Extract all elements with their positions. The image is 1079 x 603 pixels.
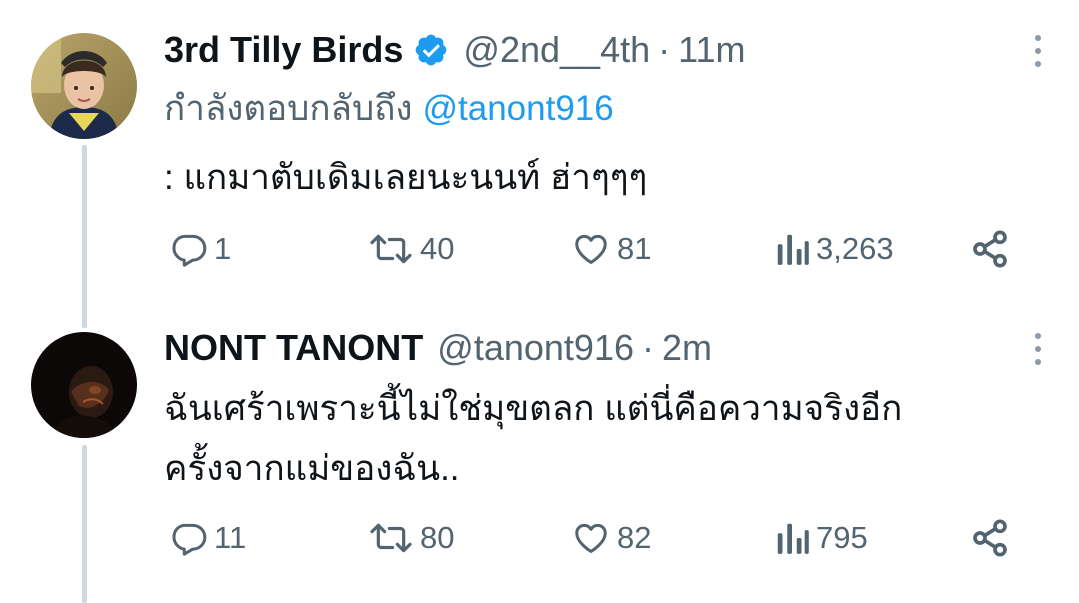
display-name[interactable]: 3rd Tilly Birds bbox=[164, 28, 403, 72]
display-name[interactable]: NONT TANONT bbox=[164, 326, 423, 370]
replying-to-label: กำลังตอบกลับถึง bbox=[164, 89, 413, 128]
heart-icon bbox=[575, 523, 607, 553]
timestamp[interactable]: 11m bbox=[678, 28, 745, 72]
views-button[interactable]: 3,263 bbox=[774, 227, 894, 271]
reply-button[interactable]: 11 bbox=[170, 516, 246, 560]
tweet-actions: 1 40 81 3,263 bbox=[164, 227, 1024, 271]
tweet-actions: 11 80 82 795 bbox=[164, 516, 1024, 560]
avatar[interactable] bbox=[31, 332, 137, 438]
separator: · bbox=[642, 327, 654, 368]
like-button[interactable]: 82 bbox=[571, 516, 651, 560]
like-count: 82 bbox=[617, 520, 652, 555]
timestamp[interactable]: 2m bbox=[662, 326, 712, 370]
tweet-text-line: ครั้งจากแม่ของฉัน.. bbox=[164, 449, 460, 488]
share-button[interactable] bbox=[970, 516, 1010, 560]
like-count: 81 bbox=[617, 231, 652, 266]
tweet-header: NONT TANONT @tanont916 · 2m bbox=[164, 326, 712, 370]
replying-to: กำลังตอบกลับถึง @tanont916 bbox=[164, 87, 614, 131]
thread-line-top bbox=[82, 145, 87, 328]
like-button[interactable]: 81 bbox=[571, 227, 651, 271]
views-count: 795 bbox=[816, 520, 868, 555]
retweet-button[interactable]: 80 bbox=[368, 516, 454, 560]
handle[interactable]: @2nd__4th bbox=[463, 28, 650, 72]
avatar[interactable] bbox=[31, 33, 137, 139]
views-count: 3,263 bbox=[816, 231, 894, 266]
more-icon[interactable] bbox=[1033, 35, 1043, 67]
views-button[interactable]: 795 bbox=[774, 516, 868, 560]
retweet-icon bbox=[370, 523, 412, 553]
tweet-text: ฉันเศร้าเพราะนี้ไม่ใช่มุขตลก แต่นี่คือคว… bbox=[164, 381, 1034, 497]
views-icon bbox=[777, 234, 809, 265]
reply-count: 1 bbox=[214, 231, 232, 266]
verified-badge-icon bbox=[413, 32, 449, 68]
views-icon bbox=[777, 523, 809, 554]
thread-line-bottom bbox=[82, 445, 87, 603]
reply-count: 11 bbox=[214, 520, 247, 555]
tweet-text-line: ฉันเศร้าเพราะนี้ไม่ใช่มุขตลก แต่นี่คือคว… bbox=[164, 389, 903, 428]
handle[interactable]: @tanont916 bbox=[437, 326, 634, 370]
retweet-count: 80 bbox=[420, 520, 455, 555]
reply-icon bbox=[172, 523, 207, 556]
separator: · bbox=[658, 29, 671, 70]
share-icon bbox=[973, 230, 1007, 268]
tweet-text-line: : แกมาตับเดิมเลยนะนนท์ ฮ่าๆๆๆ bbox=[164, 158, 648, 197]
share-icon bbox=[973, 519, 1007, 557]
retweet-button[interactable]: 40 bbox=[368, 227, 454, 271]
tweet-header: 3rd Tilly Birds @2nd__4th · 11m bbox=[164, 28, 745, 72]
heart-icon bbox=[575, 234, 607, 264]
retweet-count: 40 bbox=[420, 231, 455, 266]
tweet-text: : แกมาตับเดิมเลยนะนนท์ ฮ่าๆๆๆ bbox=[164, 150, 1034, 206]
retweet-icon bbox=[370, 234, 412, 264]
reply-button[interactable]: 1 bbox=[170, 227, 231, 271]
more-icon[interactable] bbox=[1033, 333, 1043, 365]
share-button[interactable] bbox=[970, 227, 1010, 271]
reply-icon bbox=[172, 234, 207, 267]
mention-link[interactable]: @tanont916 bbox=[423, 89, 614, 128]
